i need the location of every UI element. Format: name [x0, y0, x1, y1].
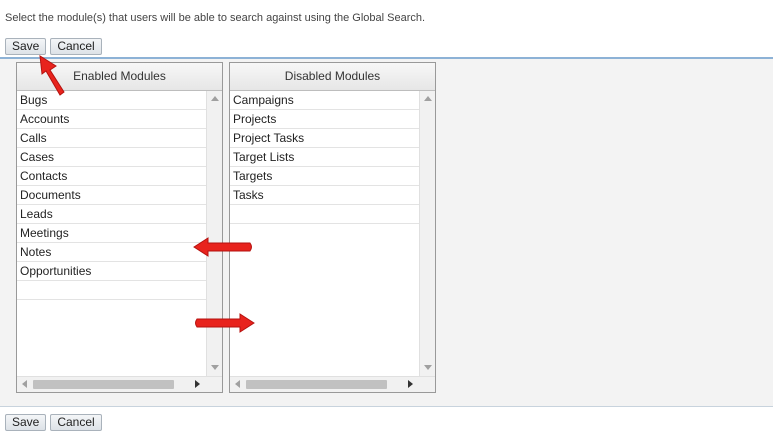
list-item[interactable]: Documents	[17, 186, 206, 205]
save-button-bottom[interactable]: Save	[5, 414, 46, 431]
list-item[interactable]: Projects	[230, 110, 419, 129]
list-item[interactable]: Leads	[17, 205, 206, 224]
scroll-right-icon[interactable]	[408, 380, 413, 388]
enabled-modules-list[interactable]: Enabled Modules Bugs Accounts Calls Case…	[16, 62, 223, 393]
disabled-horizontal-scrollbar[interactable]	[230, 376, 435, 392]
disabled-modules-body[interactable]: Campaigns Projects Project Tasks Target …	[230, 91, 419, 376]
scroll-left-icon[interactable]	[235, 380, 240, 388]
disabled-vertical-scrollbar[interactable]	[419, 91, 435, 376]
list-item[interactable]: Notes	[17, 243, 206, 262]
enabled-modules-body[interactable]: Bugs Accounts Calls Cases Contacts Docum…	[17, 91, 206, 376]
list-item[interactable]: Cases	[17, 148, 206, 167]
list-item[interactable]: Targets	[230, 167, 419, 186]
scroll-up-icon[interactable]	[211, 96, 219, 101]
enabled-horizontal-scrollbar[interactable]	[17, 376, 222, 392]
scroll-down-icon[interactable]	[211, 365, 219, 370]
list-item[interactable]: Tasks	[230, 186, 419, 205]
scroll-up-icon[interactable]	[424, 96, 432, 101]
list-item[interactable]: Campaigns	[230, 91, 419, 110]
list-item[interactable]: Meetings	[17, 224, 206, 243]
list-item[interactable]: Accounts	[17, 110, 206, 129]
disabled-modules-list[interactable]: Disabled Modules Campaigns Projects Proj…	[229, 62, 436, 393]
empty-row	[17, 281, 206, 300]
scroll-right-icon[interactable]	[195, 380, 200, 388]
scroll-left-icon[interactable]	[22, 380, 27, 388]
list-item[interactable]: Target Lists	[230, 148, 419, 167]
empty-row	[230, 205, 419, 224]
list-item[interactable]: Calls	[17, 129, 206, 148]
list-item[interactable]: Opportunities	[17, 262, 206, 281]
disabled-modules-header: Disabled Modules	[230, 63, 435, 91]
list-item[interactable]: Project Tasks	[230, 129, 419, 148]
red-arrow-annotation	[195, 313, 255, 333]
cancel-button-bottom[interactable]: Cancel	[50, 414, 102, 431]
scrollbar-thumb[interactable]	[246, 380, 387, 389]
scroll-down-icon[interactable]	[424, 365, 432, 370]
red-arrow-annotation	[193, 237, 252, 257]
instructions-text: Select the module(s) that users will be …	[5, 12, 426, 24]
red-arrow-annotation	[39, 55, 65, 96]
scrollbar-thumb[interactable]	[33, 380, 174, 389]
list-item[interactable]: Contacts	[17, 167, 206, 186]
